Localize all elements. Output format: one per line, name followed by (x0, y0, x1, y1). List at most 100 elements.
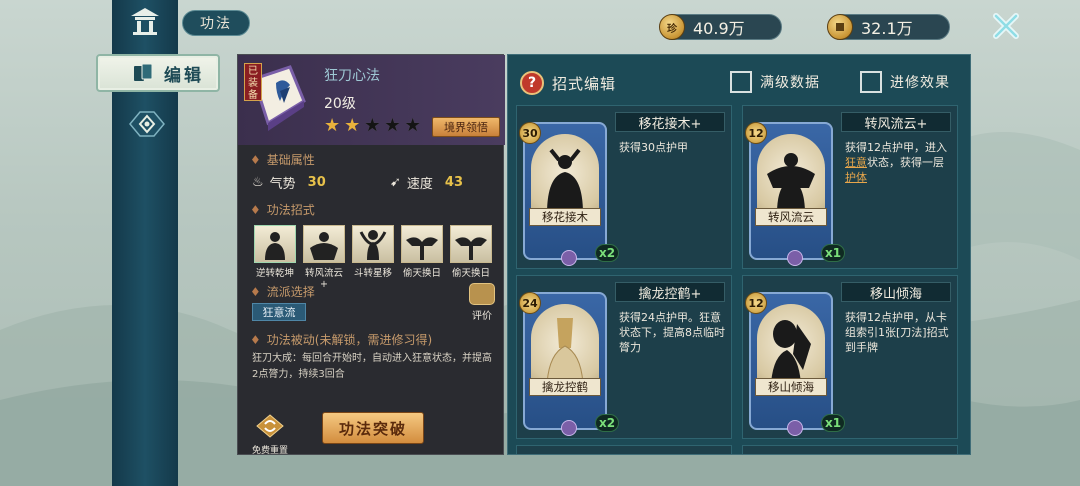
pavilion-icon[interactable] (128, 6, 162, 36)
keyword-text[interactable]: 护体 (845, 171, 867, 184)
attr-speed: ➹ 速度 43 (390, 173, 463, 192)
base-attr-heading: ♦ 基础属性 (250, 151, 315, 168)
desc-text: 获得30点护甲 (619, 141, 688, 154)
realm-comprehend-button[interactable]: 境界领悟 (432, 117, 500, 137)
move-thumbnail (254, 225, 296, 263)
card-type-icon (561, 420, 577, 436)
desc-text: 获得24点护甲。狂意状态下，提高8点临时膂力 (619, 311, 725, 354)
keyword-text[interactable]: 狂意 (845, 156, 867, 169)
move-card[interactable]: 擒龙控鹤+ 擒龙控鹤 x2 24 获得24点护甲。狂意状态下，提高8点临时膂力 (516, 275, 732, 439)
faction-heading: ♦ 流派选择 (250, 283, 315, 300)
faction-title: 流派选择 (266, 285, 315, 299)
rate-button[interactable]: 评价 (466, 283, 498, 323)
moves-edit-panel: ? 招式编辑 满级数据 进修效果 移花接木+ 移花接木 x2 30 获得30点护… (507, 54, 971, 455)
breakthrough-button[interactable]: 功法突破 (322, 412, 424, 444)
move-thumbnail (352, 225, 394, 263)
currency-jade-value: 40.9万 (693, 19, 745, 38)
free-reset-button[interactable]: 免费重置 (248, 413, 292, 456)
move-item[interactable]: 斗转星移 (352, 225, 394, 290)
move-name: 逆转乾坤 (255, 268, 294, 279)
advance-effect-checkbox[interactable]: 进修效果 (860, 71, 950, 93)
section-mark-icon: ♦ (250, 332, 261, 347)
move-card[interactable]: 移山倾海 移山倾海 x1 12 获得12点护甲，从卡组索引1张[刀法]招式到手牌 (742, 275, 958, 439)
currency-copper-value: 32.1万 (861, 19, 913, 38)
attr-label: 速度 (406, 177, 433, 192)
checkbox-label: 进修效果 (890, 75, 950, 91)
attr-value: 43 (444, 175, 464, 190)
faction-tag[interactable]: 狂意流 (252, 303, 306, 321)
chat-icon (469, 283, 495, 305)
rate-label: 评价 (472, 311, 492, 322)
tab-edit[interactable]: 编辑 (96, 54, 220, 92)
star-icon: ★ (404, 115, 421, 136)
move-card[interactable] (516, 445, 732, 454)
cards-icon (134, 63, 153, 81)
wind-figure-icon (767, 153, 815, 214)
jade-coin-icon: 珍 (659, 14, 685, 40)
card-count: x2 (595, 244, 619, 262)
card-art-label: 移花接木 (529, 208, 601, 226)
move-card[interactable]: 转风流云+ 转风流云 x1 12 获得12点护甲，进入狂意状态，获得一层护体 (742, 105, 958, 269)
flame-icon: ♨ (252, 175, 264, 190)
card-count: x2 (595, 414, 619, 432)
move-item[interactable]: 偷天换日 (450, 225, 492, 290)
move-item[interactable]: 逆转乾坤 (254, 225, 296, 290)
checkbox-label: 满级数据 (760, 75, 820, 91)
card-count: x1 (821, 244, 845, 262)
desc-text: 状态，获得一层 (867, 156, 944, 169)
card-cost: 12 (745, 292, 767, 314)
skill-detail-panel: 已装备 狂刀心法 20级 ★ ★ ★ ★ ★ 境界领悟 ♦ 基础属性 ♨ 气势 30 ➹… (237, 54, 505, 456)
palm-figure-icon (771, 320, 811, 384)
meditating-figure-icon (547, 148, 583, 214)
move-card[interactable] (742, 445, 958, 454)
section-mark-icon: ♦ (250, 202, 261, 217)
card-name: 移花接木+ (615, 112, 725, 132)
card-art-label: 移山倾海 (755, 378, 827, 396)
card-type-icon (787, 420, 803, 436)
card-type-icon (787, 250, 803, 266)
fist-figure-icon (546, 318, 584, 385)
tab-edit-label: 编辑 (164, 65, 204, 86)
attr-value: 30 (307, 175, 326, 190)
skill-header: 已装备 狂刀心法 20级 ★ ★ ★ ★ ★ 境界领悟 (238, 55, 505, 145)
star-icon: ★ (364, 115, 381, 136)
desc-text: 获得12点护甲，进入 (845, 141, 947, 154)
emblem-tab-icon[interactable] (124, 108, 170, 140)
close-icon[interactable] (990, 10, 1022, 42)
attr-label: 气势 (269, 177, 296, 192)
card-description: 获得12点护甲，从卡组索引1张[刀法]招式到手牌 (845, 310, 953, 355)
star-rating: ★ ★ ★ ★ ★ (324, 117, 421, 135)
card-description: 获得12点护甲，进入狂意状态，获得一层护体 (845, 140, 953, 185)
checkbox-box[interactable] (860, 71, 882, 93)
help-icon[interactable]: ? (520, 71, 544, 95)
move-card[interactable]: 移花接木+ 移花接木 x2 30 获得30点护甲 (516, 105, 732, 269)
card-description: 获得24点护甲。狂意状态下，提高8点临时膂力 (619, 310, 727, 355)
page-title: 功法 (182, 10, 250, 36)
equipped-badge: 已装备 (244, 63, 262, 101)
move-thumbnail (450, 225, 492, 263)
card-cost: 30 (519, 122, 541, 144)
card-type-icon (561, 250, 577, 266)
card-name: 擒龙控鹤+ (615, 282, 725, 302)
moves-edit-title: 招式编辑 (552, 74, 617, 93)
reset-label: 免费重置 (251, 446, 288, 456)
section-mark-icon: ♦ (250, 152, 261, 167)
card-name: 转风流云+ (841, 112, 951, 132)
checkbox-box[interactable] (730, 71, 752, 93)
card-art: 擒龙控鹤 x2 24 (519, 292, 619, 436)
move-item[interactable]: 转风流云 + (303, 225, 345, 290)
card-art: 转风流云 x1 12 (745, 122, 845, 266)
max-level-checkbox[interactable]: 满级数据 (730, 71, 820, 93)
skill-name: 狂刀心法 (324, 68, 380, 84)
moves-heading: ♦ 功法招式 (250, 201, 315, 218)
currency-copper: 32.1万 (827, 14, 950, 40)
desc-text: 获得12点护甲，从卡组索引1张[刀法]招式到手牌 (845, 311, 949, 354)
card-art-label: 转风流云 (755, 208, 827, 226)
card-cost: 12 (745, 122, 767, 144)
card-description: 获得30点护甲 (619, 140, 727, 155)
moves-edit-header: ? 招式编辑 (520, 71, 616, 95)
skill-level: 20级 (324, 96, 356, 112)
move-thumbnail (401, 225, 443, 263)
passive-title: 功法被动(未解锁，需进修习得) (266, 333, 433, 347)
move-item[interactable]: 偷天换日 (401, 225, 443, 290)
